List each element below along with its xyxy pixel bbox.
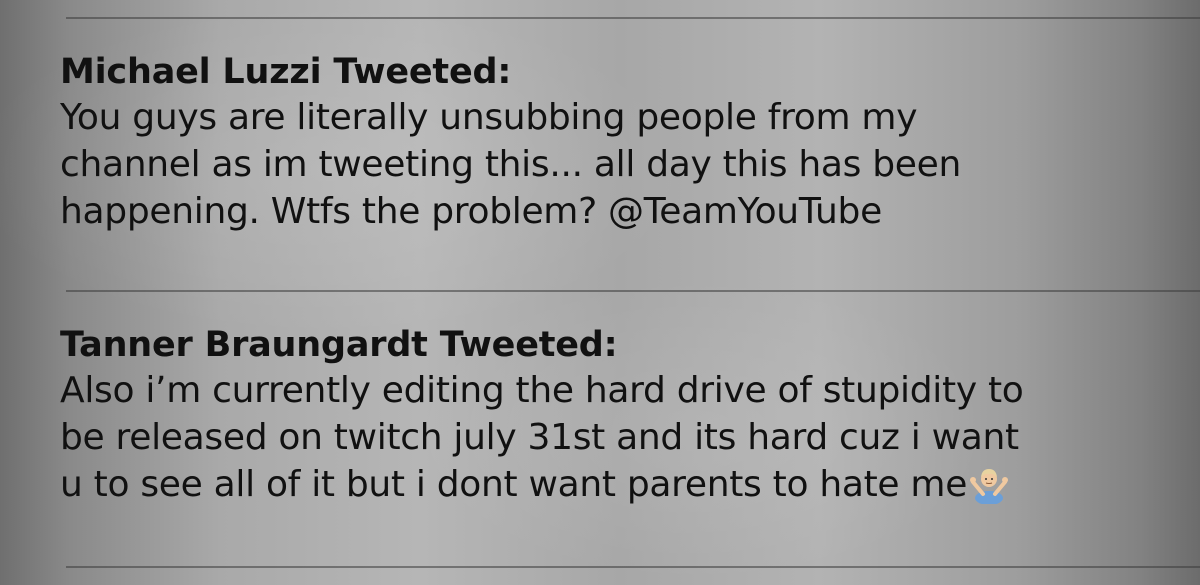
notification-separator — [66, 290, 1200, 292]
notification-body-line-text: u to see all of it but i dont want paren… — [60, 464, 968, 505]
notification-body-line: happening. Wtfs the problem? @TeamYouTub… — [60, 191, 882, 232]
notification-body-line: You guys are literally unsubbing people … — [60, 97, 918, 138]
person-shrugging-icon — [969, 464, 1009, 516]
notification-title: Michael Luzzi Tweeted: — [60, 52, 512, 92]
notification-body: Also i’m currently editing the hard driv… — [60, 367, 1170, 516]
notification-separator — [66, 17, 1200, 19]
notification-body-line: be released on twitch july 31st and its … — [60, 417, 1019, 458]
notification-body-line-last: u to see all of it but i dont want paren… — [60, 461, 1170, 516]
notification-body-line: channel as im tweeting this... all day t… — [60, 144, 961, 185]
notification-body-line: Also i’m currently editing the hard driv… — [60, 370, 1024, 411]
notification-body: You guys are literally unsubbing people … — [60, 94, 1170, 235]
tweet-notification[interactable]: Michael Luzzi Tweeted: You guys are lite… — [60, 50, 1170, 235]
notification-title: Tanner Braungardt Tweeted: — [60, 325, 618, 365]
tweet-notification[interactable]: Tanner Braungardt Tweeted: Also i’m curr… — [60, 323, 1170, 516]
notification-separator — [66, 566, 1200, 568]
